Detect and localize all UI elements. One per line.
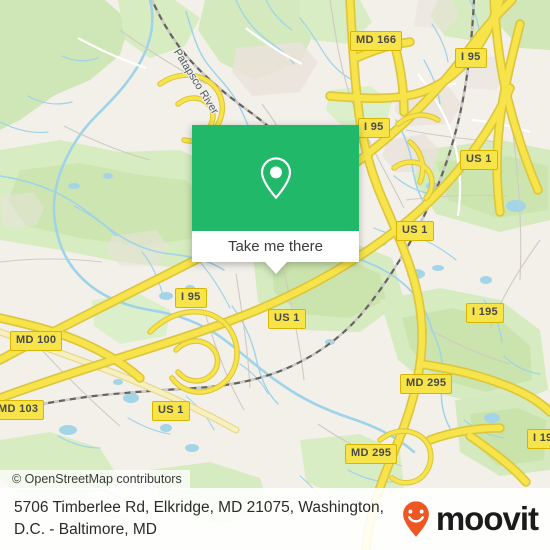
- road-shield-i-195-b[interactable]: I 195: [527, 429, 550, 449]
- address-line-1: 5706 Timberlee Rd, Elkridge, MD 21075, W…: [14, 499, 384, 516]
- road-shield-md-100[interactable]: MD 100: [10, 331, 63, 351]
- road-shield-md-103[interactable]: MD 103: [0, 400, 45, 420]
- take-me-there-button[interactable]: Take me there: [192, 231, 359, 262]
- road-shield-md-295-b[interactable]: MD 295: [345, 444, 398, 464]
- callout-tail: [264, 262, 287, 274]
- screenshot-root: Patapsco River MD 166 I 95 I 95 US 1 US …: [0, 0, 550, 550]
- address-line-2: D.C. - Baltimore, MD: [14, 521, 157, 538]
- map-vector: [0, 0, 550, 550]
- road-shield-i-195-a[interactable]: I 195: [466, 303, 504, 323]
- location-callout-card[interactable]: Take me there: [192, 125, 359, 274]
- address-text: 5706 Timberlee Rd, Elkridge, MD 21075, W…: [14, 497, 399, 541]
- moovit-pin-icon: [402, 501, 429, 537]
- road-shield-i-95-b[interactable]: I 95: [358, 118, 390, 138]
- footer-bar: 5706 Timberlee Rd, Elkridge, MD 21075, W…: [0, 488, 550, 550]
- road-shield-i-95-c[interactable]: I 95: [175, 288, 207, 308]
- moovit-wordmark: moovit: [435, 500, 539, 538]
- map-canvas[interactable]: Patapsco River MD 166 I 95 I 95 US 1 US …: [0, 0, 550, 550]
- road-shield-us-1-b[interactable]: US 1: [396, 221, 434, 241]
- road-shield-md-166[interactable]: MD 166: [350, 31, 403, 51]
- road-shield-md-295-a[interactable]: MD 295: [400, 374, 453, 394]
- road-shield-us-1-d[interactable]: US 1: [152, 401, 190, 421]
- moovit-brand[interactable]: moovit: [399, 499, 539, 539]
- map-pin-icon: [260, 157, 291, 200]
- callout-icon-area: [192, 125, 359, 231]
- road-shield-us-1-c[interactable]: US 1: [268, 309, 306, 329]
- road-shield-i-95-a[interactable]: I 95: [455, 48, 487, 68]
- osm-attribution[interactable]: © OpenStreetMap contributors: [0, 470, 190, 489]
- road-shield-us-1-a[interactable]: US 1: [460, 150, 498, 170]
